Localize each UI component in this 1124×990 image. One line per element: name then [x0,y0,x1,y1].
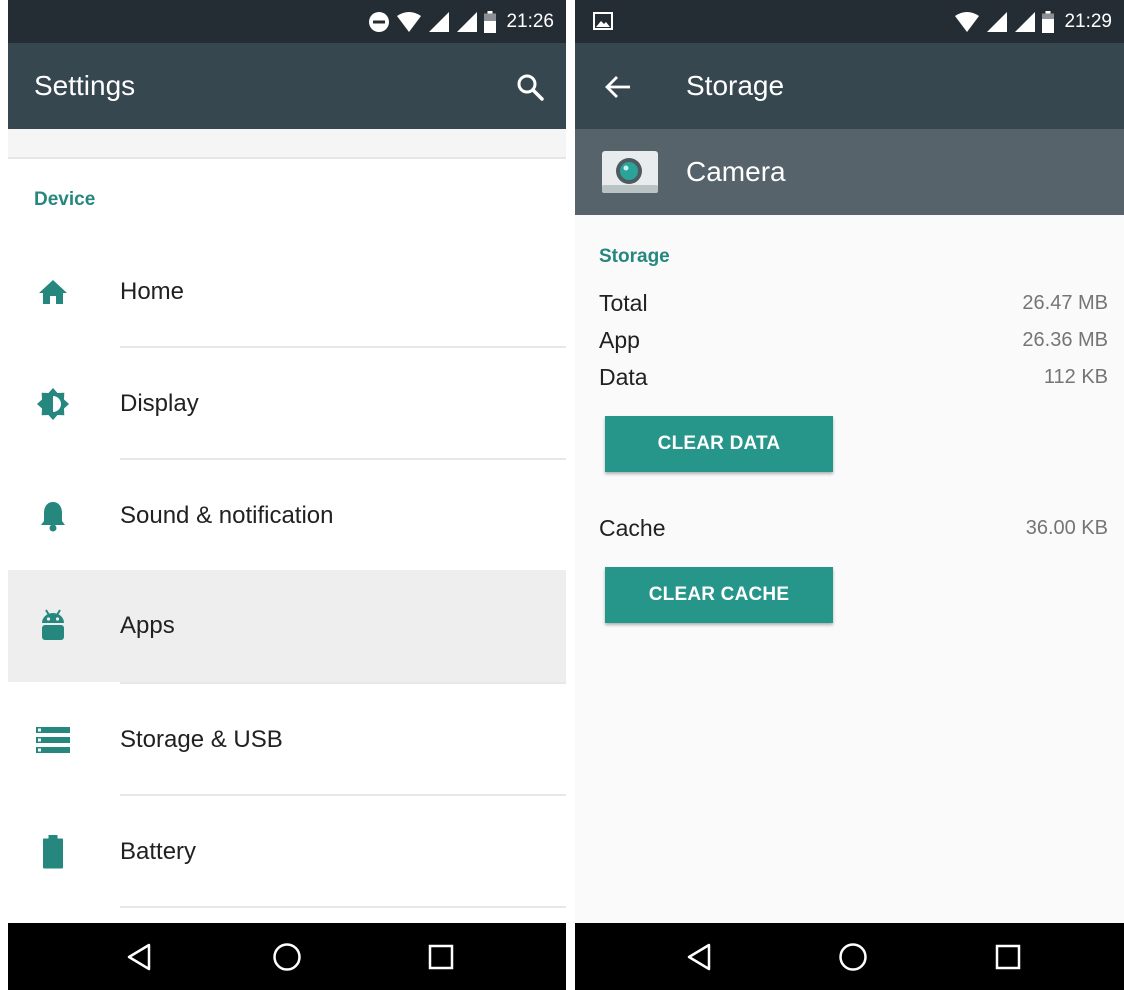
app-bar: Settings [8,43,566,129]
home-icon [36,272,70,312]
recents-icon [428,944,454,969]
row-label: App [599,326,640,353]
android-icon [36,606,70,646]
back-arrow-icon [605,76,630,98]
clear-cache-button[interactable]: CLEAR CACHE [605,567,833,623]
settings-item-sound[interactable]: Sound & notification [8,460,566,572]
home-nav-button[interactable] [252,923,322,990]
image-notification-icon [593,12,613,30]
storage-row-app: App 26.36 MB [599,322,1108,358]
brightness-icon [36,384,70,424]
back-button[interactable] [664,923,734,990]
storage-icon [36,720,70,760]
back-icon [687,943,711,970]
battery-icon [484,10,497,33]
app-bar: Storage [575,43,1124,129]
page-title: Settings [34,70,136,101]
home-nav-button[interactable] [818,923,888,990]
wifi-icon [397,11,422,32]
storage-row-cache: Cache 36.00 KB [599,510,1108,546]
signal-icon [429,11,450,32]
search-button[interactable] [510,67,550,107]
settings-item-label: Storage & USB [120,726,283,753]
search-icon [517,74,544,101]
row-value: 36.00 KB [1025,516,1108,539]
section-header-storage: Storage [599,246,670,267]
signal-icon [1015,11,1036,32]
status-icons: 21:26 [368,0,554,43]
row-value: 26.47 MB [1022,291,1108,314]
navigation-bar [8,923,566,990]
back-button[interactable] [104,923,174,990]
row-value: 112 KB [1043,365,1108,388]
settings-item-label: Apps [120,612,175,639]
recents-button[interactable] [973,923,1043,990]
storage-screen: 21:29 Storage Camera Storage Total 26.47… [575,0,1124,990]
settings-item-label: Home [120,278,185,305]
recents-button[interactable] [406,923,476,990]
app-header: Camera [575,129,1124,215]
section-header-device: Device [34,189,96,210]
settings-screen: 21:26 Settings Device Home Display Sound… [8,0,566,990]
wifi-icon [955,11,980,32]
status-bar: 21:29 [575,0,1124,43]
status-time: 21:26 [506,10,554,32]
settings-item-storage[interactable]: Storage & USB [8,684,566,796]
page-title: Storage [686,70,785,101]
divider [120,906,566,908]
row-label: Data [599,363,648,390]
settings-item-label: Sound & notification [120,502,334,529]
back-arrow-button[interactable] [598,67,638,107]
navigation-bar [575,923,1124,990]
row-label: Cache [599,514,666,541]
home-circle-icon [273,942,301,971]
signal-icon [987,11,1008,32]
battery-icon [36,832,70,872]
status-icons: 21:29 [954,0,1112,43]
settings-item-label: Battery [120,838,197,865]
settings-item-label: Display [120,390,199,417]
back-icon [127,943,151,970]
do-not-disturb-icon [369,11,390,32]
signal-icon [457,11,478,32]
settings-item-home[interactable]: Home [8,236,566,348]
app-name: Camera [686,156,786,187]
settings-item-battery[interactable]: Battery [8,796,566,908]
row-label: Total [599,289,648,316]
clear-data-button[interactable]: CLEAR DATA [605,416,833,472]
bell-icon [36,496,70,536]
storage-row-data: Data 112 KB [599,359,1108,395]
status-bar: 21:26 [8,0,566,43]
home-circle-icon [839,942,867,971]
battery-icon [1042,10,1055,33]
settings-item-display[interactable]: Display [8,348,566,460]
settings-item-apps[interactable]: Apps [8,570,566,682]
row-value: 26.36 MB [1022,328,1108,351]
status-time: 21:29 [1064,10,1112,32]
section-separator [8,129,566,159]
storage-row-total: Total 26.47 MB [599,285,1108,321]
camera-app-icon [602,151,658,193]
recents-icon [995,944,1021,969]
